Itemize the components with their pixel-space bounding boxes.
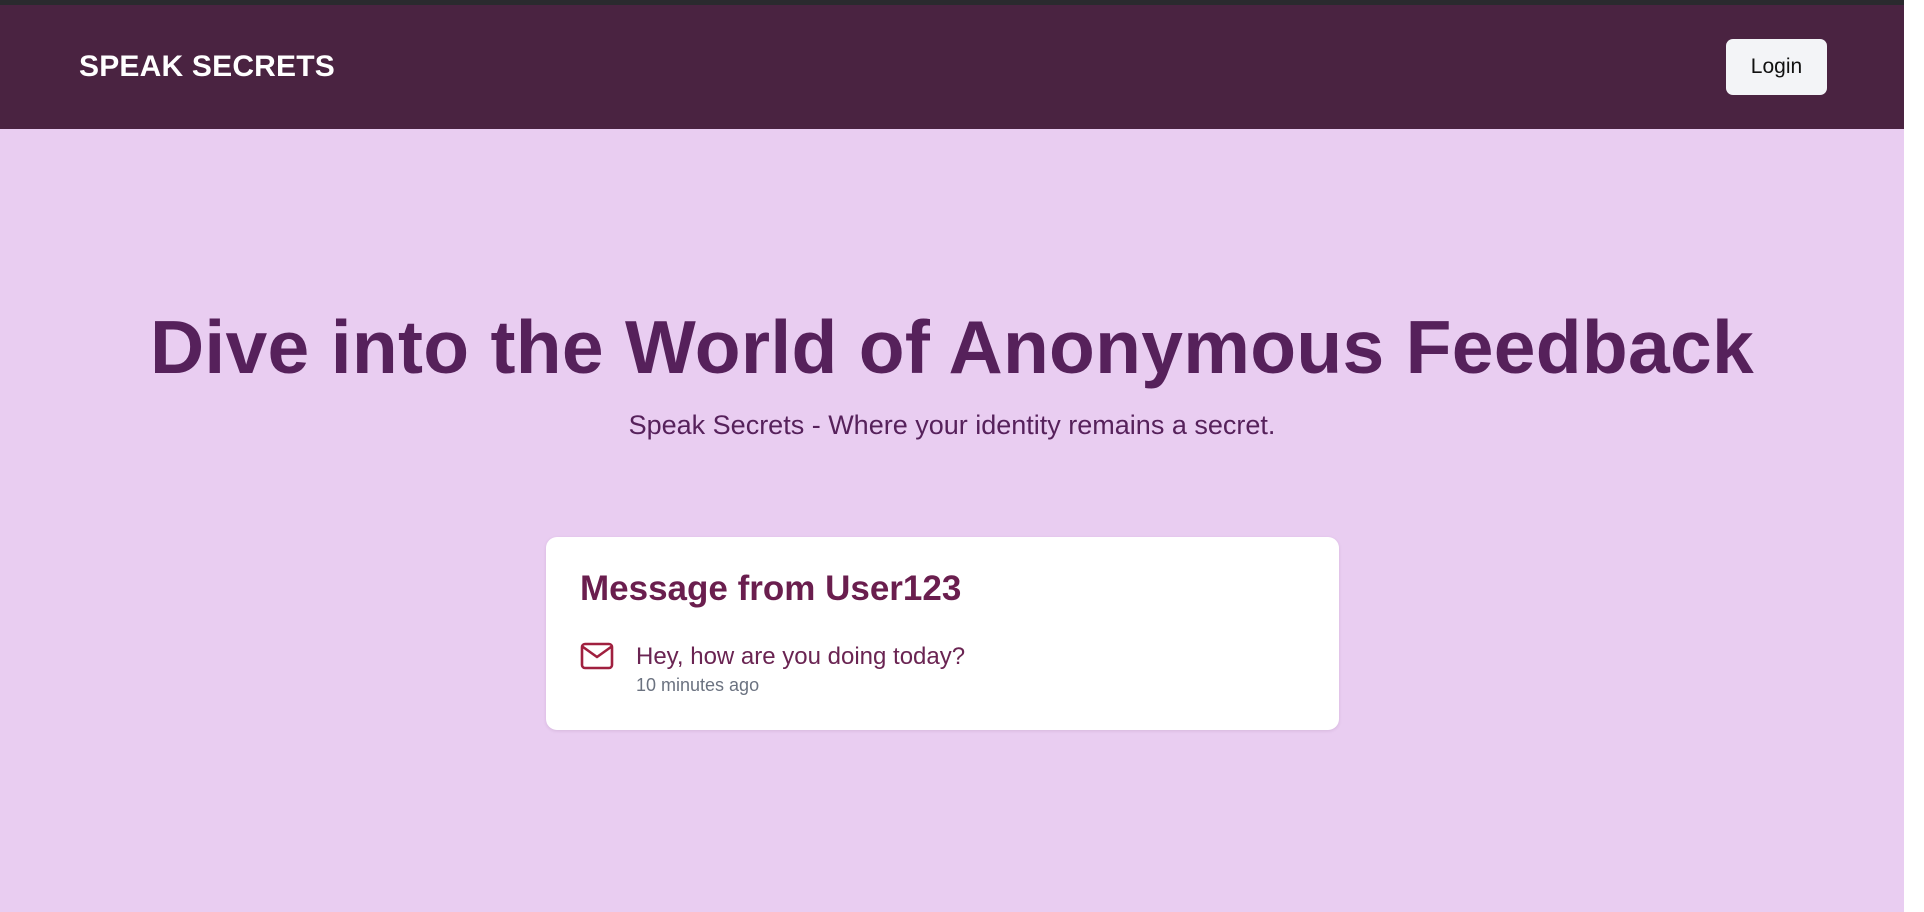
message-text: Hey, how are you doing today?	[636, 643, 966, 670]
message-card-title: Message from User123	[580, 569, 962, 608]
hero-title: Dive into the World of Anonymous Feedbac…	[149, 305, 1755, 389]
login-button[interactable]: Login	[1726, 39, 1827, 95]
message-timestamp: 10 minutes ago	[636, 675, 760, 695]
brand-logo[interactable]: SPEAK SECRETS	[79, 50, 335, 84]
hero-subtitle: Speak Secrets - Where your identity rema…	[628, 410, 1276, 440]
page: SPEAK SECRETS Login Dive into the World …	[0, 0, 1904, 912]
message-card: Message from User123 Hey, how are you do…	[546, 537, 1339, 730]
mail-icon	[580, 641, 614, 671]
scrollbar[interactable]	[1904, 0, 1924, 912]
navbar: SPEAK SECRETS Login	[0, 5, 1904, 129]
